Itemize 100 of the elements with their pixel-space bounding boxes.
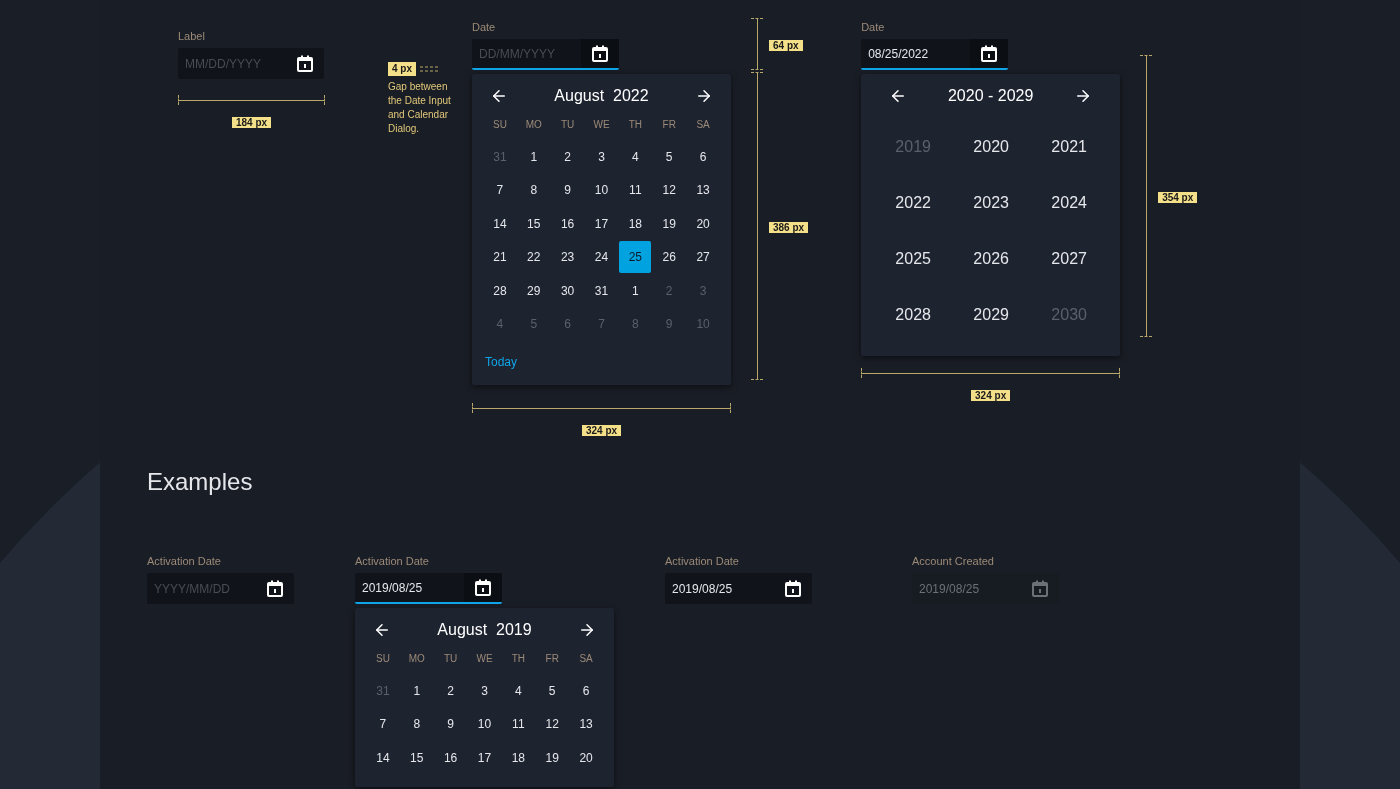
weekday-label: FR	[544, 652, 560, 666]
calendar-icon	[592, 45, 608, 62]
day-button[interactable]: 8	[400, 708, 433, 741]
year-button[interactable]: 2028	[895, 303, 931, 327]
day-button[interactable]: 6	[687, 140, 720, 173]
date-input[interactable]: 2019/08/25	[355, 578, 464, 597]
day-button[interactable]: 3	[585, 140, 618, 173]
day-button[interactable]: 15	[400, 741, 433, 774]
day-button[interactable]: 17	[585, 207, 618, 240]
date-input[interactable]: YYYY/MM/DD	[147, 579, 256, 598]
date-input[interactable]: 08/25/2022	[861, 44, 971, 63]
day-button[interactable]: 9	[434, 708, 467, 741]
day-button[interactable]: 12	[536, 708, 569, 741]
day-button[interactable]: 12	[653, 174, 686, 207]
previous-month-button[interactable]	[490, 87, 508, 105]
day-button[interactable]: 5	[536, 674, 569, 707]
day-button[interactable]: 25	[619, 241, 652, 274]
day-button[interactable]: 10	[585, 174, 618, 207]
date-field[interactable]: 2019/08/25	[665, 573, 812, 604]
calendar-icon	[1032, 580, 1048, 597]
dimension-label: 64 px	[769, 40, 803, 51]
previous-month-button[interactable]	[373, 621, 391, 639]
month-title: August 2019	[437, 620, 532, 640]
weekday-label: SU	[374, 652, 391, 666]
day-button[interactable]: 1	[619, 274, 652, 307]
day-button[interactable]: 30	[551, 274, 584, 307]
day-button[interactable]: 26	[653, 241, 686, 274]
day-button[interactable]: 2	[551, 140, 584, 173]
day-button[interactable]: 9	[551, 174, 584, 207]
day-button[interactable]: 11	[502, 708, 535, 741]
day-button[interactable]: 18	[619, 207, 652, 240]
day-button[interactable]: 14	[366, 741, 399, 774]
day-button[interactable]: 22	[517, 241, 550, 274]
day-button[interactable]: 15	[517, 207, 550, 240]
day-button[interactable]: 1	[400, 674, 433, 707]
calendar-button[interactable]	[581, 39, 619, 68]
weekday-label: SA	[695, 118, 711, 132]
field-label: Label	[178, 29, 206, 43]
day-button[interactable]: 16	[551, 207, 584, 240]
day-button[interactable]: 14	[483, 207, 516, 240]
day-button[interactable]: 4	[619, 140, 652, 173]
day-button[interactable]: 18	[502, 741, 535, 774]
day-button[interactable]: 10	[468, 708, 501, 741]
day-button[interactable]: 7	[483, 174, 516, 207]
day-button[interactable]: 17	[468, 741, 501, 774]
arrow-right-icon	[695, 87, 713, 105]
next-month-button[interactable]	[578, 621, 596, 639]
day-button[interactable]: 11	[619, 174, 652, 207]
date-input[interactable]: 2019/08/25	[665, 579, 774, 598]
weekday-label: SU	[491, 118, 508, 132]
day-button[interactable]: 20	[570, 741, 603, 774]
day-button[interactable]: 31	[585, 274, 618, 307]
day-button[interactable]: 3	[468, 674, 501, 707]
weekday-label: FR	[661, 118, 677, 132]
year-button[interactable]: 2026	[973, 247, 1009, 271]
day-button[interactable]: 16	[434, 741, 467, 774]
day-button[interactable]: 13	[570, 708, 603, 741]
date-input[interactable]: MM/DD/YYYY	[178, 54, 286, 73]
date-field[interactable]: 08/25/2022	[861, 39, 1009, 70]
year-button[interactable]: 2029	[973, 303, 1009, 327]
calendar-button[interactable]	[464, 573, 502, 602]
year-button[interactable]: 2022	[895, 191, 931, 215]
weekday-label: TH	[510, 652, 526, 666]
year-button[interactable]: 2027	[1051, 247, 1087, 271]
date-field[interactable]: YYYY/MM/DD	[147, 573, 294, 604]
day-button[interactable]: 29	[517, 274, 550, 307]
date-field[interactable]: 2019/08/25	[355, 573, 502, 604]
date-field[interactable]: MM/DD/YYYY	[178, 48, 324, 79]
calendar-button[interactable]	[970, 39, 1009, 68]
year-button[interactable]: 2023	[973, 191, 1009, 215]
weekday-label: TU	[442, 652, 459, 666]
calendar-icon	[297, 55, 313, 72]
year-button[interactable]: 2020	[973, 135, 1009, 159]
day-button[interactable]: 7	[366, 708, 399, 741]
day-button[interactable]: 21	[483, 241, 516, 274]
calendar-icon	[981, 45, 998, 62]
day-button[interactable]: 5	[653, 140, 686, 173]
day-button[interactable]: 19	[653, 207, 686, 240]
weekday-label: TU	[559, 118, 576, 132]
section-heading: Examples	[147, 467, 254, 497]
day-button[interactable]: 23	[551, 241, 584, 274]
year-button[interactable]: 2025	[895, 247, 931, 271]
day-button[interactable]: 2	[434, 674, 467, 707]
calendar-icon	[785, 580, 801, 597]
next-month-button[interactable]	[695, 87, 713, 105]
day-button[interactable]: 8	[517, 174, 550, 207]
today-link[interactable]: Today	[485, 353, 518, 371]
year-button[interactable]: 2024	[1051, 191, 1087, 215]
day-button[interactable]: 24	[585, 241, 618, 274]
date-field[interactable]: DD/MM/YYYY	[472, 39, 619, 70]
day-button[interactable]: 19	[536, 741, 569, 774]
day-button[interactable]: 4	[502, 674, 535, 707]
date-input[interactable]: DD/MM/YYYY	[472, 44, 581, 63]
day-button[interactable]: 28	[483, 274, 516, 307]
day-button[interactable]: 6	[570, 674, 603, 707]
day-button[interactable]: 27	[687, 241, 720, 274]
day-button[interactable]: 20	[687, 207, 720, 240]
day-button[interactable]: 1	[517, 140, 550, 173]
year-button[interactable]: 2021	[1051, 135, 1087, 159]
day-button[interactable]: 13	[687, 174, 720, 207]
